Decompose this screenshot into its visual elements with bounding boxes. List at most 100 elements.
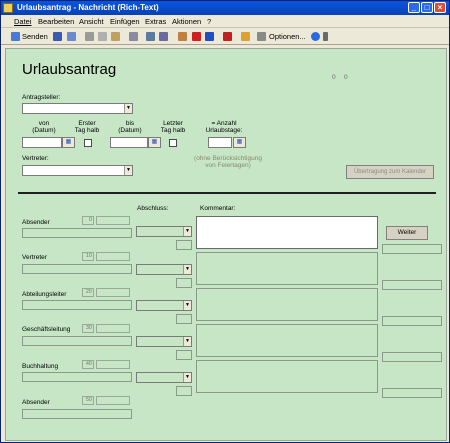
row-label: Abteilungsleiter (22, 291, 67, 298)
days-label: = Anzahl Urlaubstage: (205, 120, 243, 134)
right-status-field (382, 352, 442, 362)
comment-box[interactable] (196, 324, 378, 357)
to-label: bis (Datum) (118, 120, 142, 134)
row-number: 30 (82, 324, 94, 333)
row-label: Geschäftsleitung (22, 326, 71, 333)
row-signature-field[interactable] (22, 336, 132, 346)
row-signature-field[interactable] (22, 409, 132, 419)
check-names-icon[interactable] (146, 32, 155, 41)
minimize-button[interactable]: _ (408, 2, 420, 13)
menu-extras[interactable]: Extras (145, 17, 166, 26)
closing-label: Abschluss: (137, 205, 169, 212)
chevron-down-icon[interactable]: ▼ (183, 373, 191, 382)
row-number-field (96, 252, 130, 261)
page-title: Urlaubsantrag (22, 61, 117, 78)
row-signature-field[interactable] (22, 372, 132, 382)
deputy-combo[interactable]: ▼ (22, 165, 133, 176)
comment-box[interactable] (196, 216, 378, 249)
right-status-field (382, 244, 442, 254)
row-number: 50 (82, 396, 94, 405)
row-number: 0 (82, 216, 94, 225)
applicant-label: Antragsteller: (22, 94, 61, 101)
paste-icon[interactable] (111, 32, 120, 41)
chevron-down-icon[interactable]: ▼ (183, 227, 191, 236)
closing-status-field (176, 314, 192, 324)
right-status-field (382, 280, 442, 290)
closing-combo[interactable]: ▼ (136, 372, 192, 383)
closing-combo[interactable]: ▼ (136, 226, 192, 237)
chevron-down-icon[interactable]: ▼ (183, 301, 191, 310)
closing-combo[interactable]: ▼ (136, 336, 192, 347)
menu-einfuegen[interactable]: Einfügen (110, 17, 140, 26)
options-button[interactable]: Optionen... (269, 31, 306, 42)
comment-box[interactable] (196, 360, 378, 393)
save-icon[interactable] (53, 32, 62, 41)
maximize-button[interactable]: □ (421, 2, 433, 13)
closing-combo[interactable]: ▼ (136, 300, 192, 311)
from-label: von (Datum) (32, 120, 56, 134)
closing-status-field (176, 240, 192, 250)
row-number-field (96, 216, 130, 225)
row-number-field (96, 324, 130, 333)
closing-status-field (176, 350, 192, 360)
to-calendar-icon[interactable]: ▦ (148, 137, 161, 148)
from-date-input[interactable] (22, 137, 62, 148)
help-icon[interactable] (311, 32, 320, 41)
menu-bar: Datei Bearbeiten Ansicht Einfügen Extras… (1, 15, 449, 28)
copy-icon[interactable] (98, 32, 107, 41)
flag-icon[interactable] (223, 32, 232, 41)
first-half-checkbox[interactable] (84, 139, 92, 147)
chevron-down-icon[interactable]: ▼ (124, 166, 132, 175)
address-book-icon[interactable] (129, 32, 138, 41)
form-page: Urlaubsantrag 0 0 Antragsteller: ▼ von (… (5, 48, 447, 441)
last-half-label: Letzter Tag halb (160, 120, 186, 134)
options-icon[interactable] (257, 32, 266, 41)
menu-help[interactable]: ? (207, 17, 211, 26)
spelling-icon[interactable] (159, 32, 168, 41)
row-signature-field[interactable] (22, 264, 132, 274)
row-number-field (96, 288, 130, 297)
closing-combo[interactable]: ▼ (136, 264, 192, 275)
menu-bearbeiten[interactable]: Bearbeiten (38, 17, 74, 26)
row-number: 40 (82, 360, 94, 369)
importance-low-icon[interactable] (205, 32, 214, 41)
days-calendar-icon[interactable]: ▦ (233, 137, 246, 148)
menu-aktionen[interactable]: Aktionen (172, 17, 201, 26)
importance-high-icon[interactable] (192, 32, 201, 41)
from-calendar-icon[interactable]: ▦ (62, 137, 75, 148)
last-half-checkbox[interactable] (169, 139, 177, 147)
right-status-field (382, 316, 442, 326)
to-date-input[interactable] (110, 137, 148, 148)
menu-ansicht[interactable]: Ansicht (79, 17, 104, 26)
row-label: Buchhaltung (22, 363, 59, 370)
cut-icon[interactable] (85, 32, 94, 41)
row-label: Absender (22, 219, 50, 226)
next-button[interactable]: Weiter (386, 226, 428, 240)
calendar-transfer-button[interactable]: Übertragung zum Kalender (346, 165, 434, 179)
row-signature-field[interactable] (22, 300, 132, 310)
window-title: Urlaubsantrag - Nachricht (Rich-Text) (17, 3, 159, 12)
chevron-down-icon[interactable]: ▼ (124, 104, 132, 113)
print-icon[interactable] (67, 32, 76, 41)
right-status-field (382, 388, 442, 398)
applicant-combo[interactable]: ▼ (22, 103, 133, 114)
send-icon[interactable] (11, 32, 20, 41)
toolbar-options-chevron-icon[interactable] (323, 32, 328, 41)
days-input[interactable] (208, 137, 232, 148)
row-signature-field[interactable] (22, 228, 132, 238)
attach-icon[interactable] (178, 32, 187, 41)
menu-datei[interactable]: Datei (14, 17, 32, 26)
permission-icon[interactable] (241, 32, 250, 41)
toolbar: Senden Optionen... (1, 28, 449, 45)
chevron-down-icon[interactable]: ▼ (183, 265, 191, 274)
close-button[interactable]: × (434, 2, 446, 13)
counter-1: 0 (332, 74, 336, 81)
closing-status-field (176, 278, 192, 288)
chevron-down-icon[interactable]: ▼ (183, 337, 191, 346)
closing-status-field (176, 386, 192, 396)
first-half-label: Erster Tag halb (74, 120, 100, 134)
divider (18, 192, 436, 194)
comment-box[interactable] (196, 252, 378, 285)
comment-box[interactable] (196, 288, 378, 321)
send-button[interactable]: Senden (22, 31, 48, 42)
